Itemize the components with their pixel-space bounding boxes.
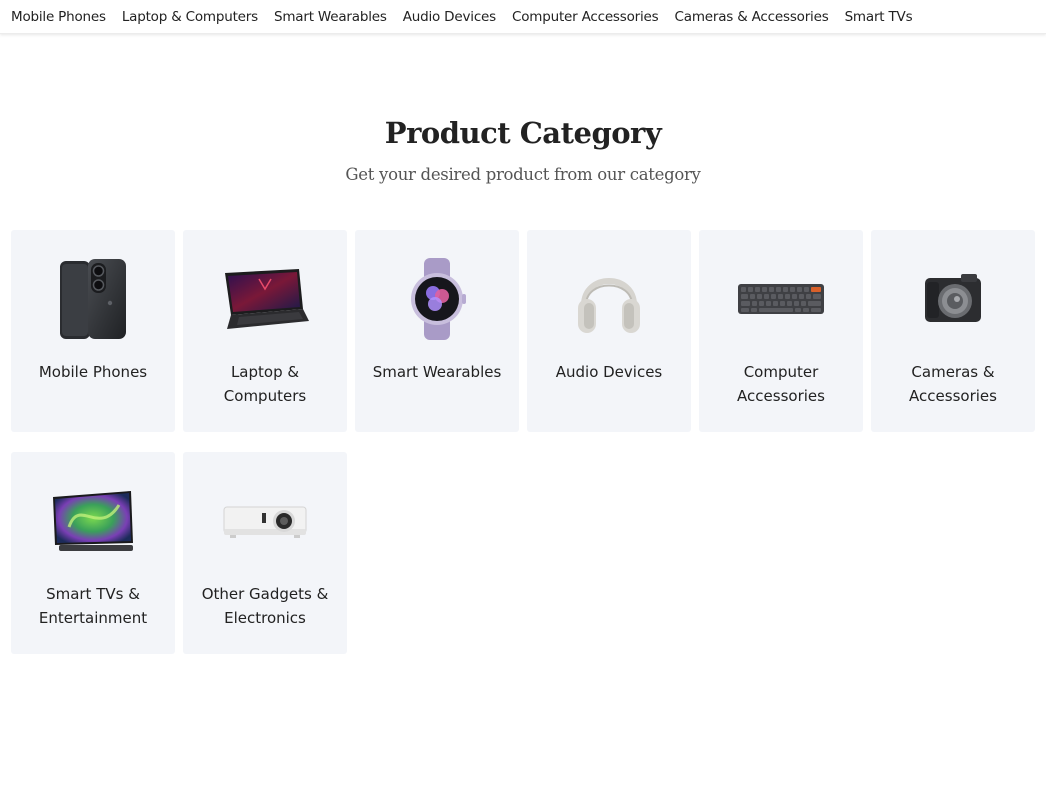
- category-card-cameras-accessories[interactable]: Cameras & Accessories: [871, 230, 1035, 432]
- nav-link-audio-devices[interactable]: Audio Devices: [403, 9, 496, 25]
- nav-link-smart-tvs[interactable]: Smart TVs: [845, 9, 913, 25]
- category-card-smart-tvs[interactable]: Smart TVs & Entertainment: [11, 452, 175, 654]
- category-label: Audio Devices: [555, 363, 663, 381]
- section-subtitle: Get your desired product from our catego…: [345, 165, 701, 184]
- category-label: Smart TVs & Entertainment: [38, 585, 148, 627]
- smartwatch-icon: [382, 256, 492, 342]
- category-label: Other Gadgets & Electronics: [201, 585, 329, 627]
- smart-tv-icon: [38, 478, 148, 564]
- category-label: Mobile Phones: [38, 363, 148, 381]
- camera-icon: [898, 256, 1008, 342]
- category-label: Cameras & Accessories: [909, 363, 997, 405]
- category-label: Computer Accessories: [737, 363, 825, 405]
- projector-icon: [210, 478, 320, 564]
- category-card-other-gadgets[interactable]: Other Gadgets & Electronics: [183, 452, 347, 654]
- nav-link-cameras-accessories[interactable]: Cameras & Accessories: [675, 9, 829, 25]
- category-label: Laptop & Computers: [223, 363, 307, 405]
- mobile-phone-icon: [38, 256, 148, 342]
- headphones-icon: [554, 256, 664, 342]
- category-card-smart-wearables[interactable]: Smart Wearables: [355, 230, 519, 432]
- nav-link-mobile-phones[interactable]: Mobile Phones: [11, 9, 106, 25]
- top-navigation: Mobile Phones Laptop & Computers Smart W…: [0, 0, 1046, 34]
- section-title: Product Category: [384, 116, 662, 150]
- category-card-audio-devices[interactable]: Audio Devices: [527, 230, 691, 432]
- category-card-mobile-phones[interactable]: Mobile Phones: [11, 230, 175, 432]
- category-card-computer-accessories[interactable]: Computer Accessories: [699, 230, 863, 432]
- nav-link-computer-accessories[interactable]: Computer Accessories: [512, 9, 659, 25]
- laptop-icon: [210, 256, 320, 342]
- category-card-laptop-computers[interactable]: Laptop & Computers: [183, 230, 347, 432]
- nav-link-smart-wearables[interactable]: Smart Wearables: [274, 9, 387, 25]
- nav-link-laptop-computers[interactable]: Laptop & Computers: [122, 9, 258, 25]
- keyboard-icon: [726, 256, 836, 342]
- category-grid: Mobile Phones Laptop & Computers Smart W…: [11, 230, 1035, 654]
- category-label: Smart Wearables: [372, 363, 502, 381]
